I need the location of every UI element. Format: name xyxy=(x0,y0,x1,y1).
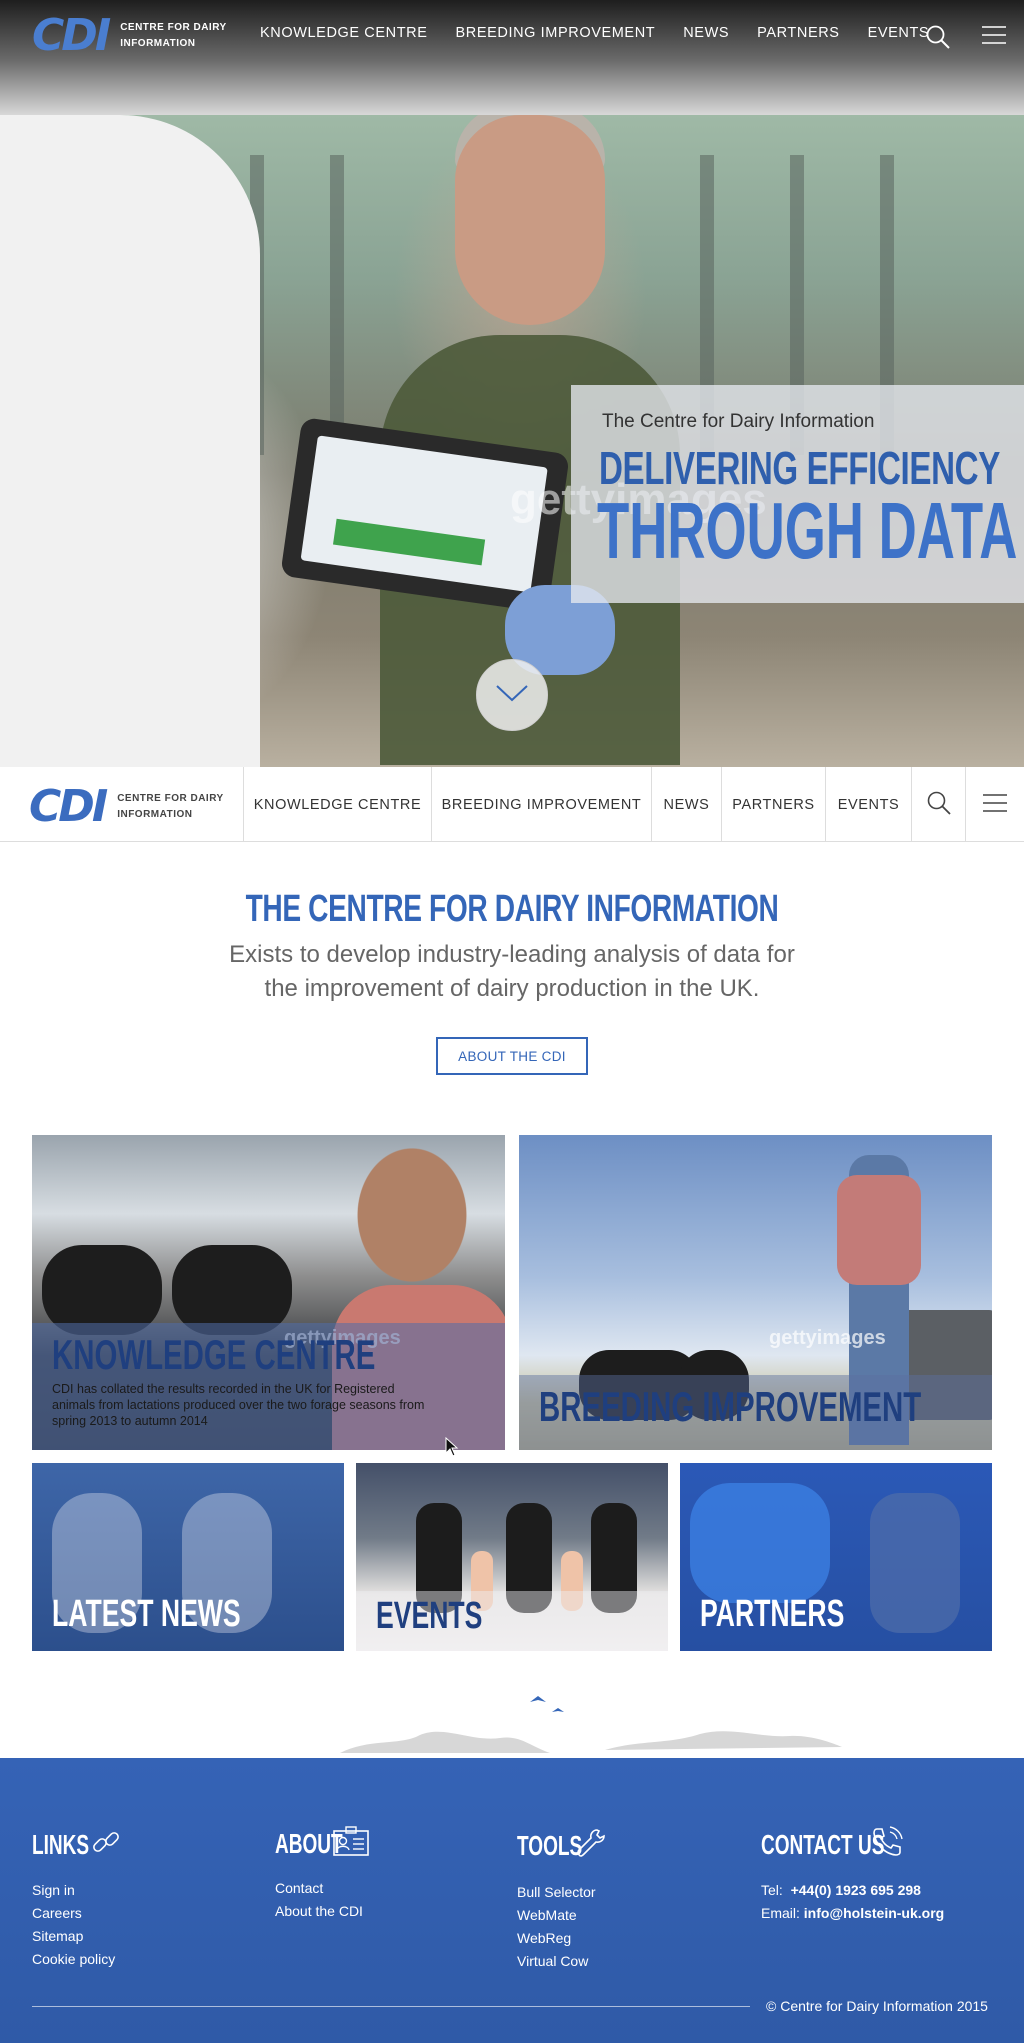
footer-contact-title: CONTACT US xyxy=(761,1828,885,1860)
sticky-nav-events[interactable]: EVENTS xyxy=(825,767,911,842)
footer-link-careers[interactable]: Careers xyxy=(32,1902,122,1925)
logo-text-line-1: CENTRE FOR DAIRY xyxy=(117,793,224,804)
footer-telephone: Tel: +44(0) 1923 695 298 xyxy=(761,1879,944,1902)
hero-header: CDI CENTRE FOR DAIRY INFORMATION KNOWLED… xyxy=(0,0,1024,72)
link-icon xyxy=(90,1826,122,1863)
sticky-nav-knowledge-centre[interactable]: KNOWLEDGE CENTRE xyxy=(243,767,431,842)
tel-label: Tel: xyxy=(761,1882,783,1898)
footer-divider xyxy=(32,2006,750,2007)
intro-description: Exists to develop industry-leading analy… xyxy=(229,941,795,1002)
footer-link-bull-selector[interactable]: Bull Selector xyxy=(517,1881,609,1904)
chevron-down-icon xyxy=(495,683,529,708)
site-logo[interactable]: CDI CENTRE FOR DAIRY INFORMATION xyxy=(32,14,227,58)
tile-description: CDI has collated the results recorded in… xyxy=(52,1382,425,1428)
footer-tools-title: TOOLS xyxy=(517,1829,583,1861)
footer-link-contact[interactable]: Contact xyxy=(275,1877,369,1900)
nav-knowledge-centre[interactable]: KNOWLEDGE CENTRE xyxy=(260,25,428,41)
hero-nav: KNOWLEDGE CENTRE BREEDING IMPROVEMENT NE… xyxy=(260,25,957,41)
footer-about-column: ABOUT Contact About the CDI xyxy=(275,1826,369,1923)
email-label: Email: xyxy=(761,1905,800,1921)
logo-mark: CDI xyxy=(32,10,111,61)
tel-number[interactable]: +44(0) 1923 695 298 xyxy=(791,1882,921,1898)
site-logo-sticky[interactable]: CDI CENTRE FOR DAIRY INFORMATION xyxy=(29,785,224,829)
footer-link-webmate[interactable]: WebMate xyxy=(517,1904,609,1927)
intro-title: THE CENTRE FOR DAIRY INFORMATION xyxy=(245,888,779,930)
nav-partners[interactable]: PARTNERS xyxy=(757,25,839,41)
logo-text-line-2: INFORMATION xyxy=(120,38,196,49)
footer-links-column: LINKS Sign in Careers Sitemap Cookie pol… xyxy=(32,1826,122,1971)
footer-link-sign-in[interactable]: Sign in xyxy=(32,1879,122,1902)
tile-watermark: gettyimages xyxy=(769,1327,886,1349)
hero-intro: The Centre for Dairy Information xyxy=(602,411,875,432)
logo-text: CENTRE FOR DAIRY INFORMATION xyxy=(120,20,227,52)
tile-title: PARTNERS xyxy=(700,1593,845,1635)
nav-events[interactable]: EVENTS xyxy=(868,25,930,41)
logo-mark: CDI xyxy=(29,781,108,832)
hero-headline-panel: The Centre for Dairy Information DELIVER… xyxy=(571,385,1024,603)
tile-title: LATEST NEWS xyxy=(52,1593,241,1635)
footer-link-virtual-cow[interactable]: Virtual Cow xyxy=(517,1950,609,1973)
tile-knowledge-centre[interactable]: gettyimages KNOWLEDGE CENTRE CDI has col… xyxy=(32,1135,505,1450)
nav-news[interactable]: NEWS xyxy=(683,25,729,41)
logo-text: CENTRE FOR DAIRY INFORMATION xyxy=(117,791,224,823)
footer-link-sitemap[interactable]: Sitemap xyxy=(32,1925,122,1948)
sticky-nav-partners[interactable]: PARTNERS xyxy=(721,767,825,842)
sticky-nav-breeding-improvement[interactable]: BREEDING IMPROVEMENT xyxy=(431,767,651,842)
sticky-nav: CDI CENTRE FOR DAIRY INFORMATION KNOWLED… xyxy=(0,767,1024,842)
hero-headline-line-2: THROUGH DATA xyxy=(597,486,1018,575)
hero: gettyimages CDI CENTRE FOR DAIRY INFORMA… xyxy=(0,0,1024,767)
footer-tools-column: TOOLS Bull Selector WebMate WebReg Virtu… xyxy=(517,1826,609,1973)
footer-links-title: LINKS xyxy=(32,1828,90,1860)
footer-contact-column: CONTACT US Tel: +44(0) 1923 695 298 Emai… xyxy=(761,1826,944,1925)
logo-text-line-2: INFORMATION xyxy=(117,809,193,820)
tile-title: KNOWLEDGE CENTRE xyxy=(52,1331,376,1378)
footer-link-cookie-policy[interactable]: Cookie policy xyxy=(32,1948,122,1971)
sticky-nav-news[interactable]: NEWS xyxy=(651,767,721,842)
email-address[interactable]: info@holstein-uk.org xyxy=(804,1905,944,1921)
tile-title: EVENTS xyxy=(376,1595,483,1637)
sticky-menu-button[interactable] xyxy=(965,767,1024,842)
search-icon[interactable] xyxy=(925,24,951,55)
footer-link-webreg[interactable]: WebReg xyxy=(517,1927,609,1950)
about-cdi-button[interactable]: ABOUT THE CDI xyxy=(436,1037,588,1075)
footer-email: Email: info@holstein-uk.org xyxy=(761,1902,944,1925)
hamburger-menu-icon[interactable] xyxy=(982,24,1006,51)
intro-title-wrap: THE CENTRE FOR DAIRY INFORMATION xyxy=(0,888,1024,931)
nav-breeding-improvement[interactable]: BREEDING IMPROVEMENT xyxy=(456,25,656,41)
tile-events[interactable]: EVENTS xyxy=(356,1463,668,1651)
logo-text-line-1: CENTRE FOR DAIRY xyxy=(120,22,227,33)
scroll-down-button[interactable] xyxy=(476,659,548,731)
mouse-cursor-icon xyxy=(445,1436,459,1462)
tile-latest-news[interactable]: LATEST NEWS xyxy=(32,1463,344,1651)
tile-title: BREEDING IMPROVEMENT xyxy=(539,1383,922,1430)
footer-link-about-cdi[interactable]: About the CDI xyxy=(275,1900,369,1923)
sticky-search-button[interactable] xyxy=(911,767,965,842)
hamburger-menu-icon xyxy=(983,792,1007,818)
copyright: © Centre for Dairy Information 2015 xyxy=(766,1998,988,2014)
search-icon xyxy=(926,790,952,820)
footer-about-title: ABOUT xyxy=(275,1827,343,1859)
tile-breeding-improvement[interactable]: gettyimages BREEDING IMPROVEMENT xyxy=(519,1135,992,1450)
tile-partners[interactable]: PARTNERS xyxy=(680,1463,992,1651)
